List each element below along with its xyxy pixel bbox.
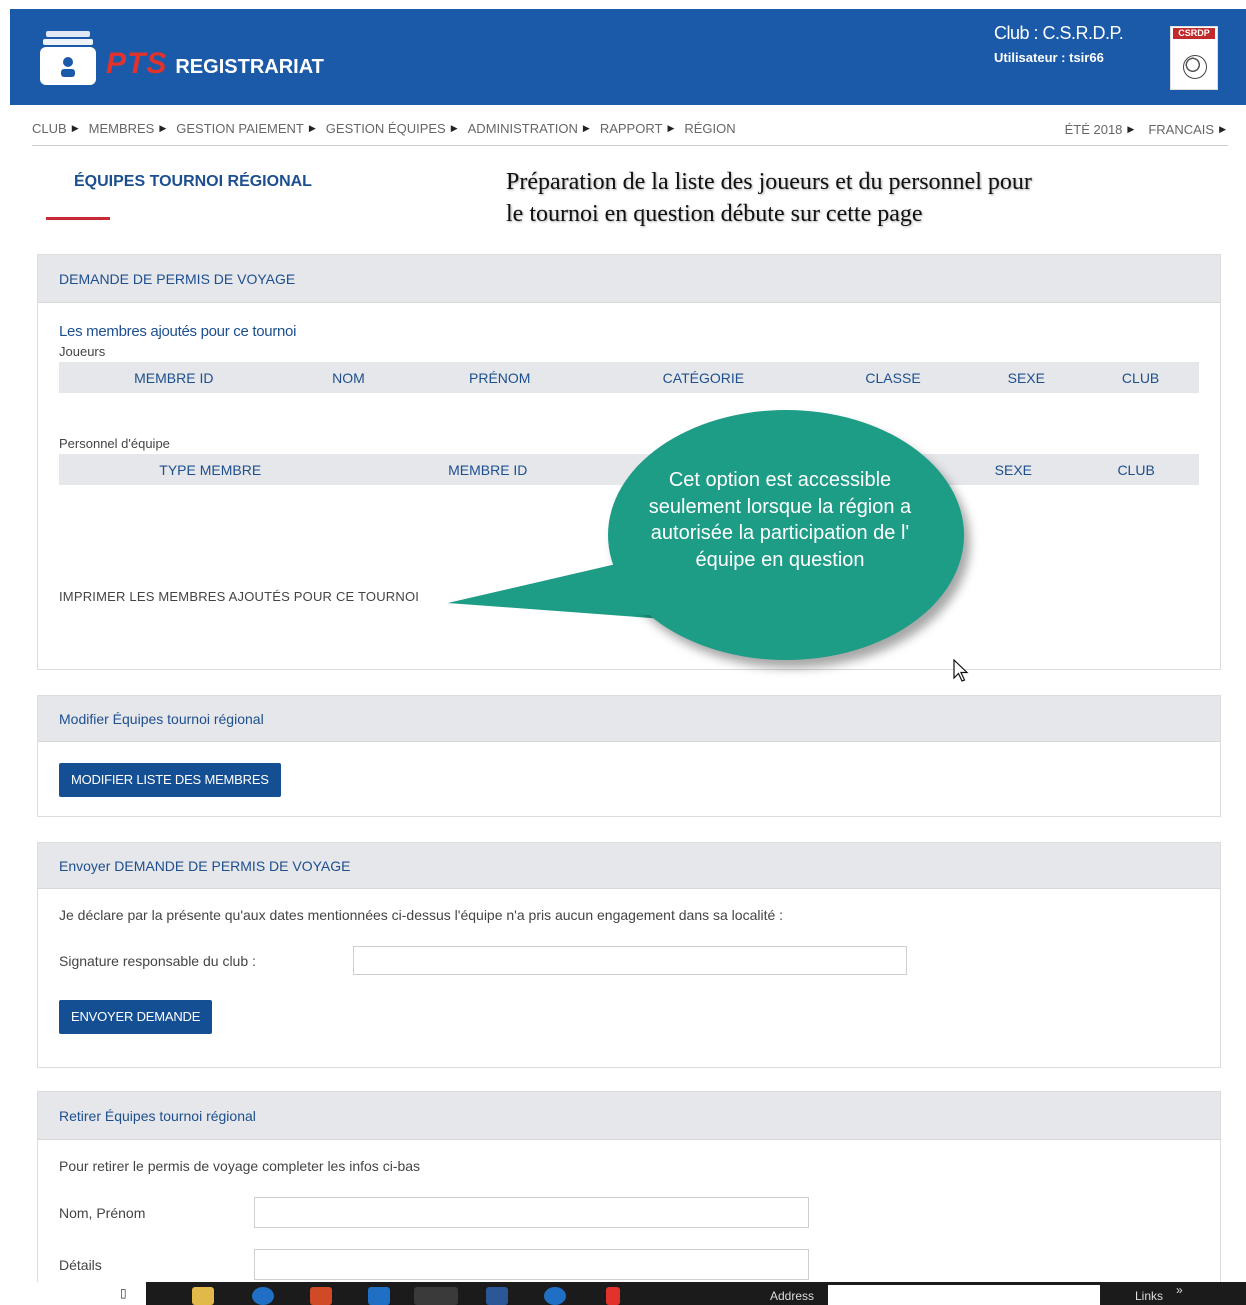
modify-team-panel: Modifier Équipes tournoi régional MODIFI…: [37, 695, 1221, 817]
nav-item-label: GESTION ÉQUIPES: [325, 121, 446, 136]
current-user: Utilisateur : tsir66: [994, 50, 1104, 65]
callout-text: Cet option est accessible seulement lors…: [648, 469, 912, 571]
column-header: SEXE: [994, 461, 1033, 478]
nav-item-gestion-paiement[interactable]: GESTION PAIEMENT ▶: [176, 121, 316, 136]
column-header: SEXE: [1007, 369, 1045, 386]
panel-heading: Modifier Équipes tournoi régional: [38, 696, 1220, 742]
members-added-title: Les membres ajoutés pour ce tournoi: [59, 323, 297, 340]
page-title: ÉQUIPES TOURNOI RÉGIONAL: [74, 173, 312, 190]
nav-item-administration[interactable]: ADMINISTRATION ▶: [468, 121, 590, 136]
brand-wordmark[interactable]: PTS REGISTRARIAT: [106, 47, 324, 80]
page-annotation: Préparation de la liste des joueurs et d…: [506, 169, 1032, 227]
nav-item-label: RAPPORT: [599, 121, 663, 136]
app-header: PTS REGISTRARIAT Club : C.S.R.D.P. Utili…: [10, 9, 1246, 105]
address-bar-input[interactable]: [828, 1285, 1100, 1305]
toolbar-overflow-icon[interactable]: »: [1176, 1283, 1183, 1297]
nav-item-membres[interactable]: MEMBRES ▶: [89, 121, 167, 136]
panel-heading: Envoyer DEMANDE DE PERMIS DE VOYAGE: [38, 843, 1220, 889]
withdraw-instructions: Pour retirer le permis de voyage complet…: [59, 1158, 421, 1174]
word-icon[interactable]: [486, 1287, 508, 1305]
nav-item-region[interactable]: RÉGION: [684, 121, 735, 136]
season-label: ÉTÉ 2018: [1064, 121, 1123, 137]
caret-right-icon: ▶: [159, 123, 167, 133]
name-row: Nom, Prénom: [59, 1197, 1199, 1228]
column-header: CLUB: [1121, 369, 1160, 386]
brand-pts: PTS: [106, 47, 168, 80]
taskbar-left: ▯: [0, 1282, 146, 1305]
nav-right: ÉTÉ 2018 ▶ FRANCAIS ▶: [1051, 112, 1226, 146]
details-row: Détails: [59, 1249, 1199, 1280]
club-logo: CSRDP: [1170, 26, 1218, 90]
soccer-ball-icon: [1183, 55, 1207, 79]
caret-right-icon: ▶: [450, 123, 458, 133]
withdraw-team-panel: Retirer Équipes tournoi régional Pour re…: [37, 1091, 1221, 1291]
taskbar-glyph: ▯: [120, 1286, 127, 1300]
main-nav: CLUB ▶ MEMBRES ▶ GESTION PAIEMENT ▶ GESTION…: [32, 112, 1228, 146]
signature-row: Signature responsable du club :: [59, 946, 1199, 975]
column-header: MEMBRE ID: [134, 369, 214, 386]
language-label: FRANCAIS: [1148, 121, 1215, 137]
title-underline: [46, 217, 110, 220]
file-explorer-icon[interactable]: [192, 1287, 214, 1305]
send-request-button[interactable]: ENVOYER DEMANDE: [59, 1000, 213, 1034]
nav-item-rapport[interactable]: RAPPORT ▶: [600, 121, 675, 136]
nav-item-club[interactable]: CLUB ▶: [32, 121, 79, 136]
address-label: Address: [770, 1289, 815, 1303]
caret-right-icon: ▶: [667, 123, 675, 133]
callout-bubble: Cet option est accessible seulement lors…: [440, 405, 970, 670]
caret-right-icon: ▶: [308, 123, 316, 133]
nav-item-label: CLUB: [32, 121, 67, 136]
caret-right-icon: ▶: [71, 123, 79, 133]
column-header: PRÉNOM: [469, 369, 531, 386]
column-header: CLASSE: [865, 369, 921, 386]
print-members-link[interactable]: IMPRIMER LES MEMBRES AJOUTÉS POUR CE TOU…: [59, 589, 419, 604]
details-input[interactable]: [254, 1249, 809, 1280]
nav-item-label: MEMBRES: [88, 121, 155, 136]
nav-item-label: ADMINISTRATION: [467, 121, 578, 136]
modify-member-list-button[interactable]: MODIFIER LISTE DES MEMBRES: [59, 763, 281, 797]
nav-item-label: RÉGION: [684, 121, 736, 136]
nav-item-label: GESTION PAIEMENT: [176, 121, 304, 136]
caret-right-icon: ▶: [582, 123, 590, 133]
details-label: Détails: [59, 1256, 102, 1273]
club-info: Club : C.S.R.D.P. Utilisateur : tsir66: [994, 23, 1124, 65]
panel-heading: Retirer Équipes tournoi régional: [38, 1092, 1220, 1140]
mouse-cursor-icon: [953, 658, 969, 688]
column-header: TYPE MEMBRE: [159, 461, 262, 478]
links-label[interactable]: Links: [1135, 1289, 1163, 1303]
caret-right-icon: ▶: [1127, 123, 1135, 134]
name-input[interactable]: [254, 1197, 809, 1228]
outlook-icon[interactable]: [368, 1287, 390, 1305]
brand-registrariat: REGISTRARIAT: [175, 56, 324, 78]
caret-right-icon: ▶: [1219, 123, 1226, 134]
season-selector[interactable]: ÉTÉ 2018 ▶: [1065, 122, 1135, 137]
column-header: CLUB: [1117, 461, 1155, 478]
send-request-panel: Envoyer DEMANDE DE PERMIS DE VOYAGE Je d…: [37, 842, 1221, 1068]
column-header: NOM: [332, 369, 365, 386]
office-icon[interactable]: [310, 1287, 332, 1305]
chrome-icon[interactable]: [414, 1287, 458, 1305]
column-header: CATÉGORIE: [662, 369, 745, 386]
os-taskbar: ▯ Address Links »: [0, 1282, 1246, 1305]
panel-heading: DEMANDE DE PERMIS DE VOYAGE: [38, 255, 1220, 303]
app-icon[interactable]: [606, 1287, 620, 1305]
declaration-text: Je déclare par la présente qu'aux dates …: [59, 907, 784, 923]
club-name: Club : C.S.R.D.P.: [994, 23, 1124, 43]
help-icon[interactable]: [544, 1287, 566, 1305]
players-table-header: MEMBRE ID NOM PRÉNOM CATÉGORIE CLASSE SE…: [59, 362, 1199, 393]
signature-input[interactable]: [353, 946, 907, 975]
nav-item-gestion-equipes[interactable]: GESTION ÉQUIPES ▶: [326, 121, 458, 136]
edge-browser-icon[interactable]: [252, 1287, 274, 1305]
name-label: Nom, Prénom: [59, 1204, 146, 1221]
signature-label: Signature responsable du club :: [59, 952, 256, 969]
registrariat-logo-icon: [40, 29, 96, 87]
club-logo-text: CSRDP: [1173, 28, 1215, 39]
language-selector[interactable]: FRANCAIS ▶: [1148, 122, 1226, 137]
players-label: Joueurs: [59, 344, 106, 359]
